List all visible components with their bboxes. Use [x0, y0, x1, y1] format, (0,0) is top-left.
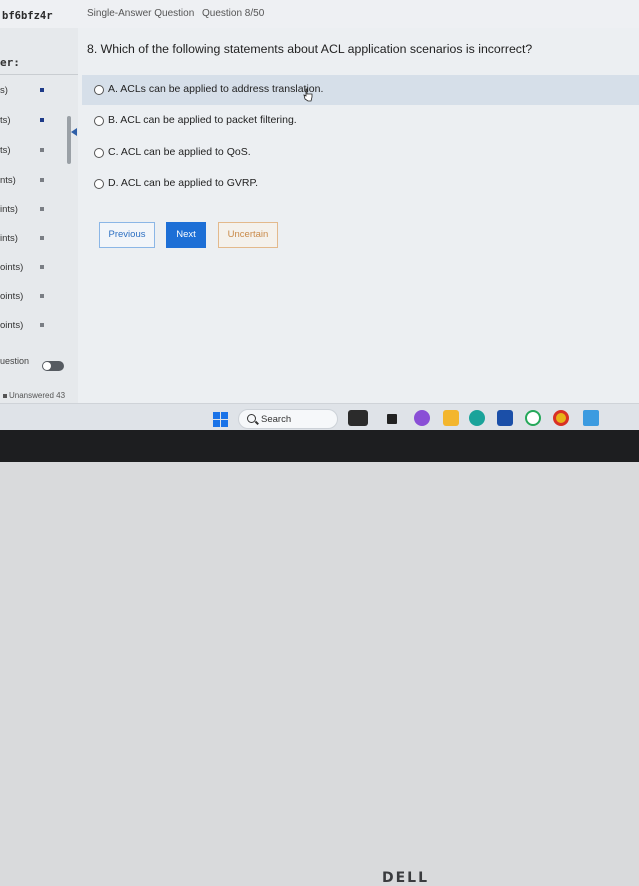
option-label: A. ACLs can be applied to address transl…	[108, 83, 324, 95]
option-label: D. ACL can be applied to GVRP.	[108, 177, 259, 189]
option-b[interactable]: B. ACL can be applied to packet filterin…	[82, 106, 639, 136]
file-explorer-icon[interactable]	[443, 410, 459, 426]
option-a[interactable]: A. ACLs can be applied to address transl…	[82, 75, 639, 105]
task-view-icon[interactable]	[387, 414, 397, 424]
section-marker	[40, 236, 44, 240]
option-label: B. ACL can be applied to packet filterin…	[108, 114, 297, 126]
app-icon[interactable]	[583, 410, 599, 426]
question-sidebar	[0, 28, 78, 403]
previous-button[interactable]: Previous	[99, 222, 155, 248]
radio-icon[interactable]	[94, 148, 104, 158]
chrome-icon[interactable]	[553, 410, 569, 426]
section-marker	[40, 178, 44, 182]
toggle-knob	[43, 362, 51, 370]
search-icon	[247, 414, 256, 423]
uncertain-button[interactable]: Uncertain	[218, 222, 278, 248]
store-icon[interactable]	[497, 410, 513, 426]
weather-icon[interactable]	[348, 410, 368, 426]
sidebar-section[interactable]: ints)	[0, 233, 18, 244]
unanswered-toggle[interactable]	[42, 361, 64, 371]
unanswered-text: Unanswered 43	[9, 391, 66, 400]
section-marker	[40, 294, 44, 298]
question-counter: Question 8/50	[202, 8, 265, 19]
search-label: Search	[261, 414, 292, 425]
sidebar-section[interactable]: oints)	[0, 291, 23, 302]
hand-cursor-icon	[303, 88, 313, 102]
option-label: C. ACL can be applied to QoS.	[108, 146, 251, 158]
sidebar-section[interactable]: s)	[0, 85, 8, 96]
radio-icon[interactable]	[94, 116, 104, 126]
section-marker	[40, 207, 44, 211]
section-marker	[40, 88, 44, 92]
sidebar-section[interactable]: ts)	[0, 145, 11, 156]
sidebar-collapse-handle[interactable]	[67, 116, 71, 164]
question-type: Single-Answer Question	[87, 8, 195, 19]
sidebar-section[interactable]: ts)	[0, 115, 11, 126]
collapse-arrow-icon[interactable]	[71, 128, 77, 136]
toggle-label: uestion	[0, 356, 30, 366]
taskbar-search[interactable]: Search	[238, 409, 338, 429]
sidebar-section[interactable]: oints)	[0, 262, 23, 273]
sidebar-section[interactable]: ints)	[0, 204, 18, 215]
sidebar-divider	[0, 74, 78, 75]
monitor-bezel: DELL	[0, 430, 639, 886]
exam-window: bf6bfz4r Single-Answer Question Question…	[0, 0, 639, 430]
sidebar-section[interactable]: nts)	[0, 175, 16, 186]
copilot-icon[interactable]	[414, 410, 430, 426]
brand-logo: DELL	[382, 870, 430, 886]
section-marker	[40, 118, 44, 122]
whatsapp-icon[interactable]	[525, 410, 541, 426]
option-d[interactable]: D. ACL can be applied to GVRP.	[82, 169, 639, 199]
unanswered-dot-icon	[3, 393, 7, 398]
radio-icon[interactable]	[94, 179, 104, 189]
edge-icon[interactable]	[469, 410, 485, 426]
sidebar-section[interactable]: oints)	[0, 320, 23, 331]
unanswered-count: Unanswered 43	[3, 391, 65, 400]
section-marker	[40, 265, 44, 269]
exam-id: bf6bfz4r	[2, 10, 53, 22]
next-button[interactable]: Next	[166, 222, 206, 248]
top-bar: bf6bfz4r Single-Answer Question Question…	[0, 0, 639, 28]
radio-icon[interactable]	[94, 85, 104, 95]
windows-start-icon[interactable]	[213, 412, 229, 428]
question-text: 8. Which of the following statements abo…	[87, 42, 533, 56]
sidebar-heading: er:	[0, 56, 20, 69]
section-marker	[40, 148, 44, 152]
option-c[interactable]: C. ACL can be applied to QoS.	[82, 138, 639, 168]
section-marker	[40, 323, 44, 327]
